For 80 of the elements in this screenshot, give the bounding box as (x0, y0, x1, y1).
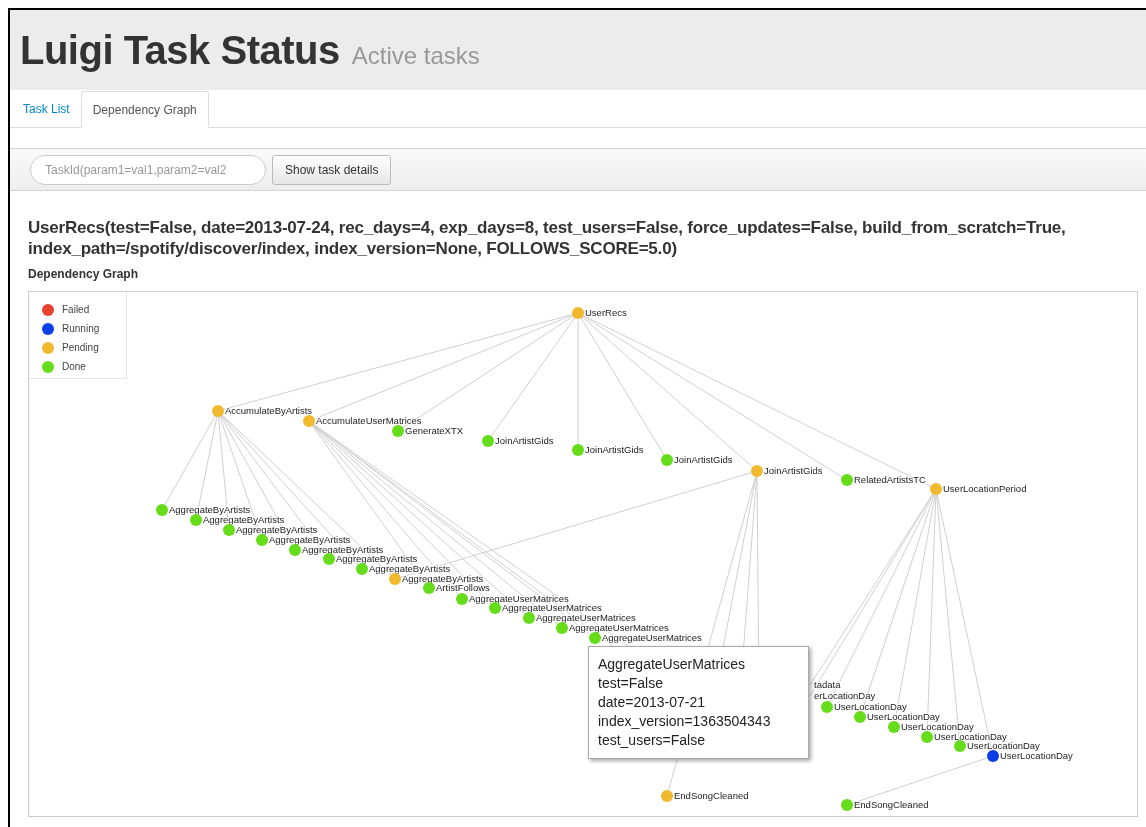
legend-label: Failed (62, 303, 90, 317)
tab[interactable]: Task List (12, 90, 81, 127)
page-subtitle: Active tasks (351, 44, 480, 70)
status-dot[interactable] (589, 632, 601, 644)
status-dot[interactable] (482, 435, 494, 447)
status-dot[interactable] (888, 721, 900, 733)
node-label: UserLocationDay (1000, 750, 1073, 761)
node-label: UserRecs (585, 307, 627, 318)
node-label: UserLocationDay (901, 721, 974, 732)
node-label: AggregateUserMatrices (502, 602, 602, 613)
tooltip-line: AggregateUserMatrices (598, 655, 747, 674)
status-dot[interactable] (841, 799, 853, 811)
tooltip-line: index_version=1363504343 (598, 712, 772, 731)
status-dot[interactable] (751, 465, 763, 477)
node-label: AggregateUserMatrices (602, 632, 702, 643)
tooltip-line: test=False (598, 674, 664, 693)
status-dot[interactable] (423, 582, 435, 594)
status-dot[interactable] (489, 602, 501, 614)
node-label: JoinArtistGids (495, 435, 554, 446)
status-dot[interactable] (356, 563, 368, 575)
node-label: AccumulateUserMatrices (316, 415, 422, 426)
legend-label: Pending (62, 341, 99, 355)
node-label: AggregateByArtists (369, 563, 451, 574)
node-label: AggregateByArtists (169, 504, 251, 515)
status-dot[interactable] (456, 593, 468, 605)
tab[interactable]: Dependency Graph (80, 91, 209, 128)
node-label: AggregateByArtists (302, 544, 384, 555)
status-dot[interactable] (930, 483, 942, 495)
node-label: EndSongCleaned (854, 799, 929, 810)
node-label: AggregateUserMatrices (536, 612, 636, 623)
status-dot[interactable] (821, 701, 833, 713)
node-label: JoinArtistGids (674, 454, 733, 465)
status-dot[interactable] (256, 534, 268, 546)
status-dot[interactable] (523, 612, 535, 624)
status-dot[interactable] (156, 504, 168, 516)
node-label: AggregateUserMatrices (469, 593, 569, 604)
status-dot[interactable] (661, 454, 673, 466)
show-task-details-button[interactable]: Show task details (272, 154, 392, 185)
legend-label: Running (62, 322, 100, 336)
node-label: AggregateUserMatrices (569, 622, 669, 633)
node-label: EndSongCleaned (674, 790, 749, 801)
status-dot[interactable] (556, 622, 568, 634)
status-dot[interactable] (954, 740, 966, 752)
status-dot[interactable] (572, 444, 584, 456)
status-dot[interactable] (303, 415, 315, 427)
node-label: AggregateByArtists (203, 514, 285, 525)
node-label: JoinArtistGids (764, 465, 823, 476)
tooltip-line: date=2013-07-21 (598, 693, 707, 712)
status-dot[interactable] (190, 514, 202, 526)
tooltip-line: test_users=False (598, 731, 706, 750)
node-label: AggregateByArtists (402, 573, 484, 584)
node-label: JoinArtistGids (585, 444, 644, 455)
node-label: UserLocationDay (834, 701, 907, 712)
status-dot[interactable] (289, 544, 301, 556)
node-label: UserLocationDay (934, 731, 1007, 742)
status-dot[interactable] (661, 790, 673, 802)
status-dot[interactable] (212, 405, 224, 417)
status-dot[interactable] (323, 553, 335, 565)
node-label: AggregateByArtists (269, 534, 351, 545)
status-dot[interactable] (854, 711, 866, 723)
status-dot[interactable] (392, 425, 404, 437)
node-label: erLocationDay (814, 690, 876, 701)
status-dot[interactable] (921, 731, 933, 743)
status-dot[interactable] (572, 307, 584, 319)
legend-label: Done (62, 360, 86, 374)
task-heading: UserRecs(test=False, date=2013-07-24, rec_days=4, exp_days=8, test_users=False, force_updates=False, build_from_scratch=True, index_path=/spotify/discover/index, index_version=None, FOLLOWS_SCORE=5.0) (28, 217, 1067, 259)
node-label: RelatedArtistsTC (854, 474, 926, 485)
node-label: AggregateByArtists (236, 524, 318, 535)
node-label: UserLocationPeriod (943, 483, 1027, 494)
status-dot[interactable] (987, 750, 999, 762)
status-dot[interactable] (841, 474, 853, 486)
node-label: GenerateXTX (405, 425, 464, 436)
graph-title: Dependency Graph (28, 266, 140, 283)
status-dot[interactable] (223, 524, 235, 536)
page-title: Luigi Task Status (20, 30, 340, 70)
node-label: AccumulateByArtists (225, 405, 313, 416)
node-label: tadata (814, 679, 841, 690)
node-label: UserLocationDay (867, 711, 940, 722)
search-field[interactable]: TaskId(param1=val1,param2=val2 (30, 154, 266, 185)
status-dot[interactable] (389, 573, 401, 585)
